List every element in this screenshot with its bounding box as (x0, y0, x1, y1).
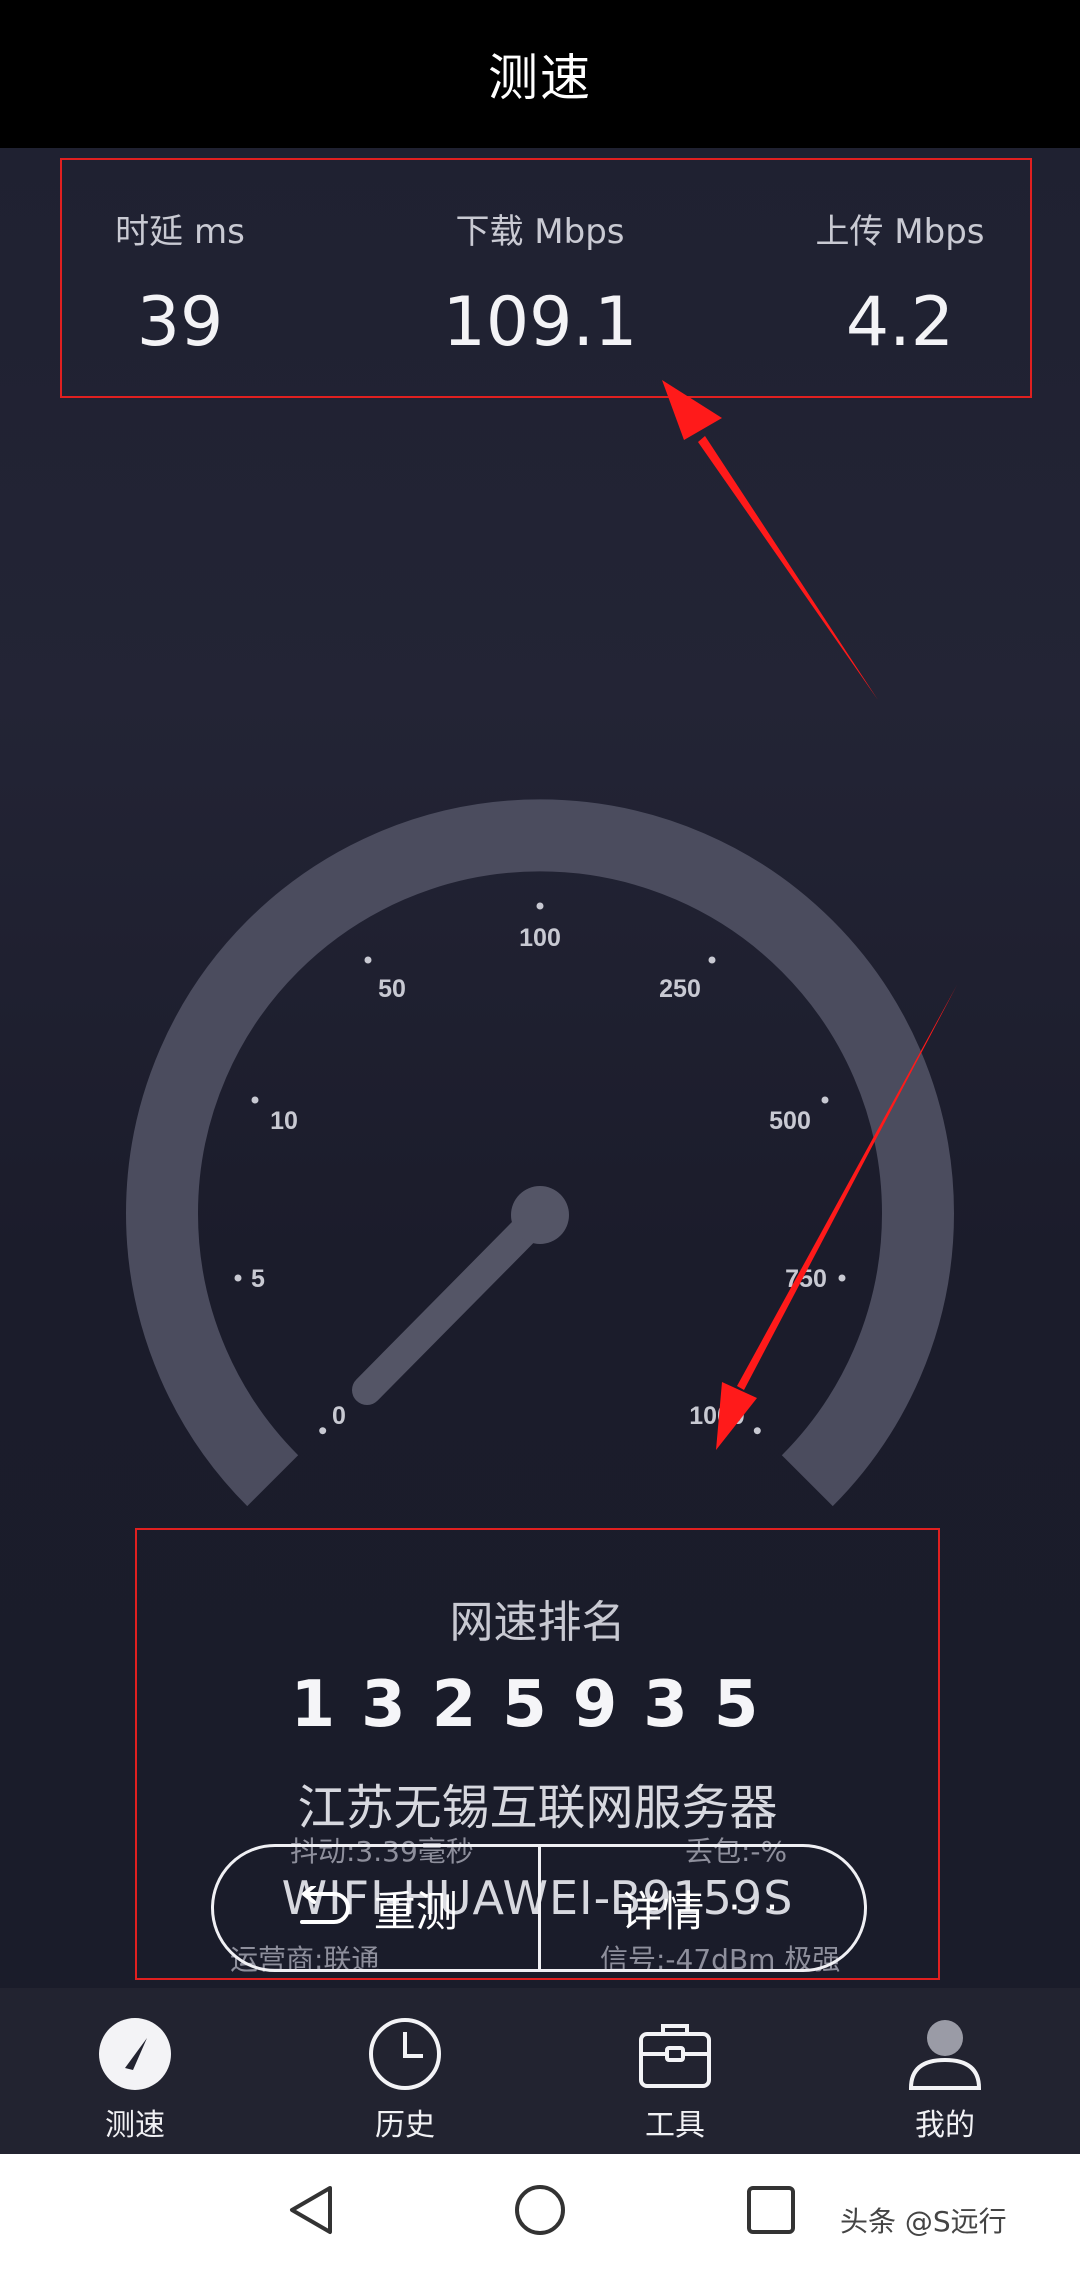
rank-number: 1325935 (290, 1668, 785, 1742)
speedometer-icon (99, 2018, 171, 2090)
gauge-tick-dot (251, 1096, 259, 1104)
download-value: 109.1 (442, 283, 638, 362)
back-icon[interactable] (286, 2182, 336, 2238)
gauge-tick-dot (364, 956, 372, 964)
rank-title: 网速排名 (449, 1597, 626, 1648)
retest-button[interactable]: 重测 (214, 1847, 538, 1969)
upload-label: 上传 Mbps (815, 212, 985, 252)
gauge-tick-label: 1000 (689, 1402, 745, 1430)
action-buttons: 重测 详情 ··· (211, 1844, 867, 1972)
app-header: 测速 (0, 0, 1080, 148)
nav-label-profile: 我的 (915, 2108, 975, 2143)
watermark-text: 头条 @S远行 (840, 2205, 1007, 2238)
home-icon[interactable] (513, 2182, 567, 2238)
details-label: 详情 (620, 1886, 705, 1936)
latency-label: 时延 ms (115, 212, 245, 252)
nav-item-tools[interactable]: 工具 (540, 1988, 810, 2154)
speed-gauge: 0 5 10 50 100 250 500 750 1000 (126, 799, 954, 1507)
recent-apps-icon[interactable] (745, 2182, 799, 2238)
nav-item-profile[interactable]: 我的 (810, 1988, 1080, 2154)
gauge-tick-dot (838, 1274, 846, 1282)
user-icon (908, 2020, 982, 2090)
gauge-tick-dot (753, 1427, 761, 1435)
gauge-tick-label: 250 (659, 975, 701, 1003)
server-name: 江苏无锡互联网服务器 (297, 1780, 778, 1836)
gauge-tick-label: 5 (251, 1265, 265, 1293)
more-dots-icon: ··· (728, 1885, 785, 1931)
undo-arrow-icon (299, 1886, 350, 1924)
gauge-tick-dot (821, 1096, 829, 1104)
gauge-tick-label: 50 (378, 975, 406, 1003)
nav-label-history: 历史 (375, 2108, 435, 2143)
gauge-tick-dot (536, 902, 544, 910)
gauge-tick-dot (708, 956, 716, 964)
gauge-tick-label: 100 (519, 924, 561, 952)
toolbox-icon (639, 2024, 711, 2088)
clock-icon (369, 2018, 441, 2090)
main-content: 时延 ms 39 下载 Mbps 109.1 上传 Mbps 4.2 0 5 1… (0, 148, 1080, 1988)
gauge-tick-label: 10 (270, 1107, 298, 1135)
gauge-tick-dot (319, 1427, 327, 1435)
gauge-tick-dot (234, 1274, 242, 1282)
gauge-ticks: 0 5 10 50 100 250 500 750 1000 (234, 902, 846, 1435)
gauge-tick-label: 750 (785, 1265, 827, 1293)
nav-item-speedtest[interactable]: 测速 (0, 1988, 270, 2154)
download-metric: 下载 Mbps 109.1 (390, 204, 690, 362)
metrics-panel: 时延 ms 39 下载 Mbps 109.1 上传 Mbps 4.2 (0, 148, 1080, 468)
bottom-nav: 测速 历史 工具 我的 (0, 1988, 1080, 2154)
upload-value: 4.2 (845, 283, 955, 362)
download-label: 下载 Mbps (455, 212, 625, 252)
latency-metric: 时延 ms 39 (30, 204, 330, 362)
latency-value: 39 (136, 283, 224, 362)
nav-item-history[interactable]: 历史 (270, 1988, 540, 2154)
gauge-tick-label: 0 (332, 1402, 346, 1430)
nav-label-speedtest: 测速 (105, 2108, 165, 2143)
gauge-tick-label: 500 (769, 1107, 811, 1135)
system-nav-bar: 头条 @S远行 (0, 2154, 1080, 2270)
page-title: 测速 (488, 49, 592, 107)
details-button[interactable]: 详情 ··· (537, 1847, 865, 1969)
gauge-needle (352, 1186, 569, 1405)
nav-label-tools: 工具 (645, 2108, 705, 2143)
upload-metric: 上传 Mbps 4.2 (750, 204, 1050, 362)
retest-label: 重测 (373, 1886, 458, 1936)
